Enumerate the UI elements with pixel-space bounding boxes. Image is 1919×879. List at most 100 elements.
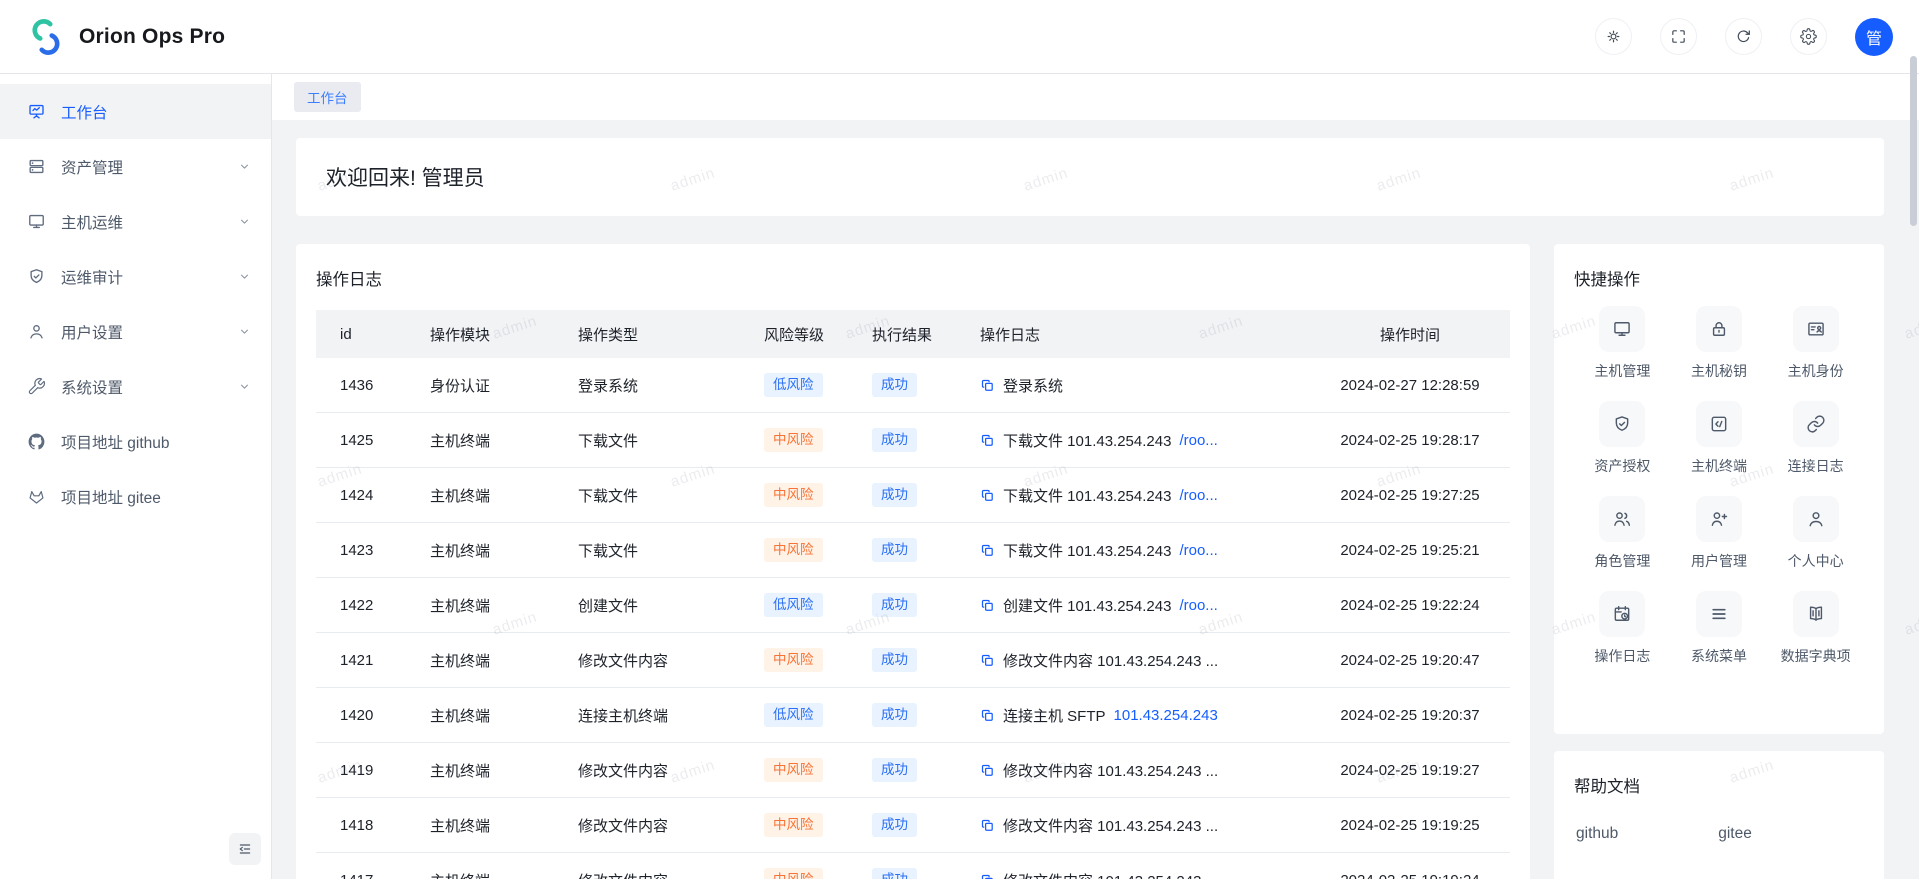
chevron-down-icon: [238, 160, 251, 173]
topbar-actions: [1595, 18, 1827, 55]
theme-toggle-button[interactable]: [1595, 18, 1632, 55]
cell-id: 1436: [316, 358, 404, 413]
copy-icon[interactable]: [980, 763, 995, 778]
quick-action-label: 用户管理: [1691, 551, 1747, 571]
log-link[interactable]: /roo...: [1179, 487, 1217, 504]
cell-id: 1423: [316, 523, 404, 578]
sidebar-item-workbench[interactable]: 工作台: [0, 84, 271, 139]
copy-icon[interactable]: [980, 543, 995, 558]
quick-action-tile: [1793, 306, 1839, 352]
quick-action-label: 主机秘钥: [1691, 361, 1747, 381]
quick-actions-grid: 主机管理主机秘钥主机身份资产授权主机终端连接日志角色管理用户管理个人中心操作日志…: [1574, 306, 1864, 666]
cell-risk: 中风险: [738, 853, 846, 879]
result-badge: 成功: [872, 813, 917, 837]
refresh-button[interactable]: [1725, 18, 1762, 55]
copy-icon[interactable]: [980, 873, 995, 879]
quick-action-tile: [1696, 496, 1742, 542]
quick-action-personal-center[interactable]: 个人中心: [1767, 496, 1864, 571]
quick-action-role-management[interactable]: 角色管理: [1574, 496, 1671, 571]
sidebar-item-system-settings[interactable]: 系统设置: [0, 359, 271, 414]
log-link[interactable]: /roo...: [1179, 597, 1217, 614]
cell-module: 主机终端: [404, 798, 552, 853]
table-row: 1419主机终端修改文件内容中风险成功修改文件内容 101.43.254.243…: [316, 743, 1510, 798]
sidebar-item-user-settings[interactable]: 用户设置: [0, 304, 271, 359]
gear-icon: [1800, 28, 1817, 45]
log-text: 创建文件 101.43.254.243: [1003, 595, 1171, 616]
quick-action-label: 系统菜单: [1691, 646, 1747, 666]
quick-action-host-terminal[interactable]: 主机终端: [1671, 401, 1768, 476]
sidebar-collapse-button[interactable]: [229, 833, 261, 865]
table-row: 1417主机终端修改文件内容中风险成功修改文件内容 101.43.254.243…: [316, 853, 1510, 879]
table-body: 1436身份认证登录系统低风险成功登录系统2024-02-27 12:28:59…: [316, 358, 1510, 879]
copy-icon[interactable]: [980, 433, 995, 448]
quick-action-host-keys[interactable]: 主机秘钥: [1671, 306, 1768, 381]
column-header-6: 操作时间: [1310, 310, 1510, 358]
breadcrumb-item-workbench[interactable]: 工作台: [294, 82, 361, 112]
quick-action-tile: [1793, 591, 1839, 637]
sidebar-item-asset-management[interactable]: 资产管理: [0, 139, 271, 194]
cell-module: 主机终端: [404, 413, 552, 468]
copy-icon[interactable]: [980, 378, 995, 393]
copy-icon[interactable]: [980, 818, 995, 833]
id-card-icon: [1806, 319, 1826, 339]
quick-action-system-menu[interactable]: 系统菜单: [1671, 591, 1768, 666]
copy-icon[interactable]: [980, 653, 995, 668]
cell-result: 成功: [846, 853, 954, 879]
vertical-scrollbar[interactable]: [1910, 56, 1917, 226]
log-text: 登录系统: [1003, 375, 1063, 396]
quick-action-host-management[interactable]: 主机管理: [1574, 306, 1671, 381]
help-link-gitee[interactable]: gitee: [1718, 825, 1752, 843]
user-avatar[interactable]: 管: [1855, 18, 1893, 56]
cell-risk: 低风险: [738, 688, 846, 743]
operation-log-table: id操作模块操作类型风险等级执行结果操作日志操作时间 1436身份认证登录系统低…: [316, 310, 1510, 879]
sidebar-item-gitee[interactable]: 项目地址 gitee: [0, 469, 271, 524]
quick-action-asset-authorization[interactable]: 资产授权: [1574, 401, 1671, 476]
cell-result: 成功: [846, 798, 954, 853]
log-link[interactable]: 101.43.254.243: [1114, 707, 1218, 724]
settings-button[interactable]: [1790, 18, 1827, 55]
shield-check-icon: [27, 267, 46, 286]
quick-action-user-management[interactable]: 用户管理: [1671, 496, 1768, 571]
risk-badge: 低风险: [764, 373, 823, 397]
welcome-text: 欢迎回来! 管理员: [326, 162, 485, 192]
log-link[interactable]: /roo...: [1179, 542, 1217, 559]
cell-time: 2024-02-25 19:19:24: [1310, 853, 1510, 879]
sidebar-item-host-ops[interactable]: 主机运维: [0, 194, 271, 249]
cell-result: 成功: [846, 688, 954, 743]
quick-action-operation-log[interactable]: 操作日志: [1574, 591, 1671, 666]
cell-time: 2024-02-25 19:20:37: [1310, 688, 1510, 743]
fullscreen-icon: [1670, 28, 1687, 45]
monitor-icon: [1612, 319, 1632, 339]
result-badge: 成功: [872, 373, 917, 397]
quick-action-label: 主机终端: [1691, 456, 1747, 476]
log-content: 修改文件内容 101.43.254.243 ...: [980, 760, 1310, 781]
cell-result: 成功: [846, 523, 954, 578]
quick-action-data-dictionary[interactable]: 数据字典项: [1767, 591, 1864, 666]
page-body: 欢迎回来! 管理员 操作日志 id操作模块操作类型风险等级执行结果操作日志操作时…: [272, 120, 1919, 833]
cell-module: 主机终端: [404, 853, 552, 879]
copy-icon[interactable]: [980, 488, 995, 503]
quick-action-connection-log[interactable]: 连接日志: [1767, 401, 1864, 476]
cell-result: 成功: [846, 468, 954, 523]
risk-badge: 中风险: [764, 813, 823, 837]
app-logo-icon: [26, 17, 66, 57]
quick-action-tile: [1696, 306, 1742, 352]
copy-icon[interactable]: [980, 708, 995, 723]
cell-type: 登录系统: [552, 358, 738, 413]
cell-type: 下载文件: [552, 413, 738, 468]
log-link[interactable]: /roo...: [1179, 432, 1217, 449]
quick-action-tile: [1793, 401, 1839, 447]
fullscreen-button[interactable]: [1660, 18, 1697, 55]
sidebar-item-label: 用户设置: [61, 321, 223, 343]
wrench-icon: [27, 377, 46, 396]
help-docs-card: 帮助文档 githubgitee: [1554, 751, 1884, 879]
quick-action-host-identity[interactable]: 主机身份: [1767, 306, 1864, 381]
sidebar-item-github[interactable]: 项目地址 github: [0, 414, 271, 469]
column-header-1: 操作模块: [404, 310, 552, 358]
sidebar-item-ops-audit[interactable]: 运维审计: [0, 249, 271, 304]
help-link-github[interactable]: github: [1576, 825, 1618, 843]
cell-type: 修改文件内容: [552, 798, 738, 853]
copy-icon[interactable]: [980, 598, 995, 613]
cell-type: 连接主机终端: [552, 688, 738, 743]
collapse-menu-icon: [237, 841, 253, 857]
